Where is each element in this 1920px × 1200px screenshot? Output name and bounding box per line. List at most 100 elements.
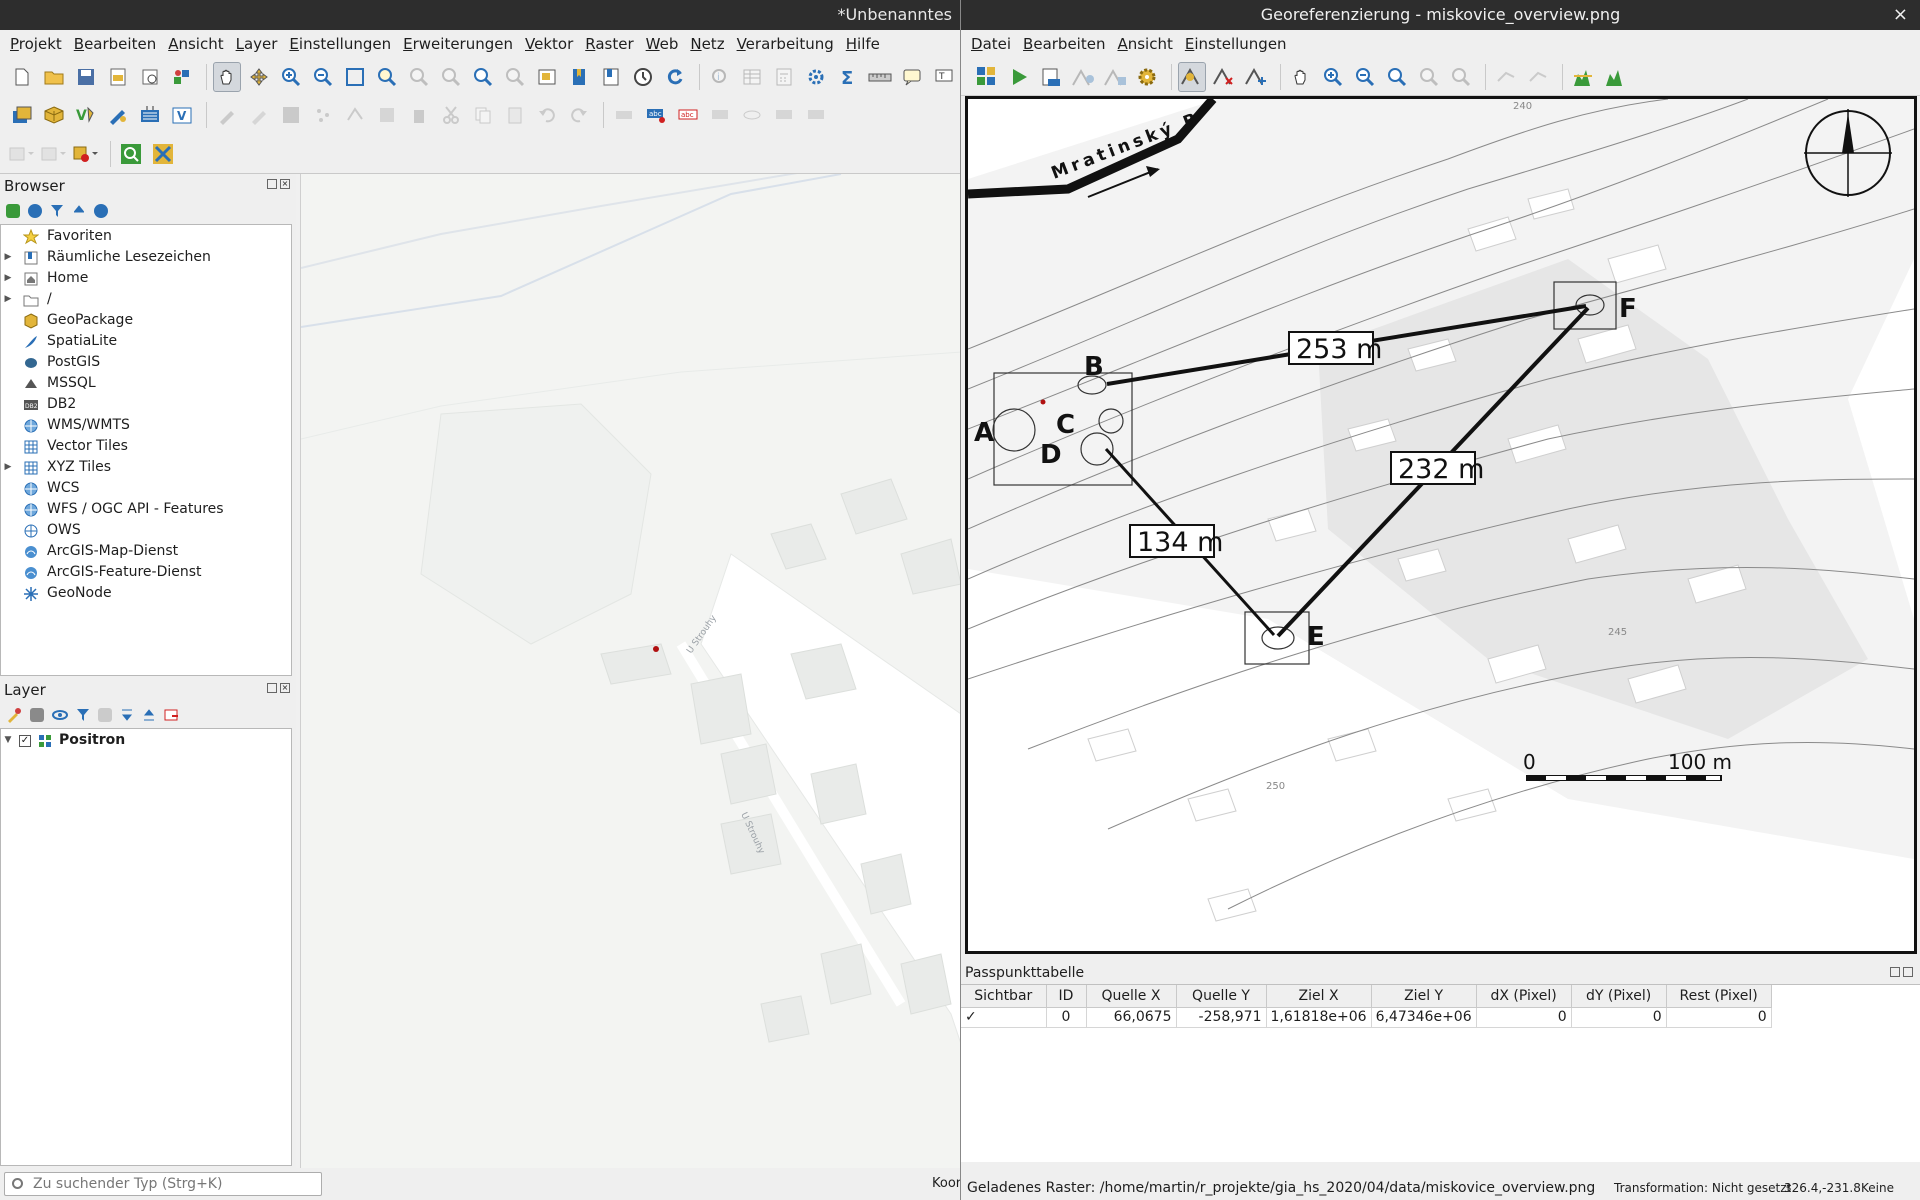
delete-selected-button[interactable] xyxy=(405,100,433,130)
browser-item[interactable]: PostGIS xyxy=(1,352,291,373)
zoom-out-button[interactable] xyxy=(309,62,337,92)
zoom-to-selection-button[interactable] xyxy=(373,62,401,92)
zoom-last-button[interactable] xyxy=(469,62,497,92)
select-by-value-button[interactable] xyxy=(40,139,68,169)
browser-item[interactable]: WFS / OGC API - Features xyxy=(1,499,291,520)
browser-item[interactable]: ArcGIS-Map-Dienst xyxy=(1,541,291,562)
new-map-view-button[interactable] xyxy=(533,62,561,92)
source-x[interactable]: 66,0675 xyxy=(1086,1007,1177,1028)
column-header[interactable]: Sichtbar xyxy=(961,985,1047,1008)
geo-pan-button[interactable] xyxy=(1287,62,1315,92)
zoom-native-button[interactable] xyxy=(437,62,465,92)
menu-web[interactable]: Web xyxy=(640,30,685,58)
refresh-icon[interactable] xyxy=(28,204,42,218)
text-annotation-button[interactable]: T xyxy=(930,62,958,92)
save-edits-button[interactable] xyxy=(277,100,305,130)
menu-verarbeitung[interactable]: Verarbeitung xyxy=(731,30,840,58)
filter-expression-icon[interactable] xyxy=(98,708,112,722)
new-geopackage-layer-button[interactable] xyxy=(40,100,68,130)
pin-labels-button[interactable] xyxy=(706,100,734,130)
expand-arrow-icon[interactable]: ▶ xyxy=(1,247,15,268)
float-panel-button[interactable] xyxy=(267,683,277,693)
manage-visibility-icon[interactable] xyxy=(52,707,68,723)
target-y[interactable]: 6,47346e+06 xyxy=(1371,1007,1477,1028)
pan-map-button[interactable] xyxy=(213,62,241,92)
geo-zoom-to-layer-button[interactable] xyxy=(1383,62,1411,92)
browser-item[interactable]: ArcGIS-Feature-Dienst xyxy=(1,562,291,583)
move-label-button[interactable] xyxy=(770,100,798,130)
float-panel-button[interactable] xyxy=(1890,967,1900,977)
geo-zoom-next-button[interactable] xyxy=(1447,62,1475,92)
browser-item[interactable]: WCS xyxy=(1,478,291,499)
menu-netz[interactable]: Netz xyxy=(684,30,730,58)
layout-manager-button[interactable] xyxy=(136,62,164,92)
field-calculator-button[interactable] xyxy=(770,62,798,92)
start-georeferencing-button[interactable] xyxy=(1005,62,1033,92)
browser-item[interactable]: ▶ Home xyxy=(1,268,291,289)
geo-zoom-in-button[interactable] xyxy=(1319,62,1347,92)
locator-search-input[interactable]: Zu suchender Typ (Strg+K) xyxy=(4,1172,322,1196)
float-panel-button[interactable] xyxy=(267,179,277,189)
show-unplaced-labels-button[interactable]: abc xyxy=(642,100,670,130)
browser-item[interactable]: ▶ XYZ Tiles xyxy=(1,457,291,478)
geo-menu-bearbeiten[interactable]: Bearbeiten xyxy=(1017,30,1111,58)
save-project-button[interactable] xyxy=(72,62,100,92)
column-header[interactable]: Ziel Y xyxy=(1371,985,1477,1008)
new-temporary-layer-button[interactable] xyxy=(136,100,164,130)
move-point-button[interactable] xyxy=(1242,62,1270,92)
column-header[interactable]: ID xyxy=(1046,985,1087,1008)
processing-toolbox-button[interactable] xyxy=(802,62,830,92)
browser-item[interactable]: Favoriten xyxy=(1,226,291,247)
browser-item[interactable]: DB2 DB2 xyxy=(1,394,291,415)
menu-einstellungen[interactable]: Einstellungen xyxy=(283,30,397,58)
zoom-to-layer-button[interactable] xyxy=(405,62,433,92)
browser-item[interactable]: ▶ / xyxy=(1,289,291,310)
georeferencer-plugin-button[interactable] xyxy=(149,139,177,169)
column-header[interactable]: dY (Pixel) xyxy=(1571,985,1667,1008)
current-edits-button[interactable] xyxy=(245,100,273,130)
redo-button[interactable] xyxy=(565,100,593,130)
geo-menu-ansicht[interactable]: Ansicht xyxy=(1111,30,1178,58)
layer-styling-icon[interactable] xyxy=(6,707,22,723)
new-project-button[interactable] xyxy=(8,62,36,92)
transformation-settings-button[interactable] xyxy=(1133,62,1161,92)
new-print-layout-button[interactable] xyxy=(104,62,132,92)
add-selected-layers-icon[interactable] xyxy=(6,204,20,218)
pan-to-selection-button[interactable] xyxy=(245,62,273,92)
browser-item[interactable]: WMS/WMTS xyxy=(1,415,291,436)
open-raster-button[interactable] xyxy=(973,62,1001,92)
save-gcp-points-button[interactable] xyxy=(1101,62,1129,92)
open-attribute-table-button[interactable] xyxy=(738,62,766,92)
zoom-in-button[interactable] xyxy=(277,62,305,92)
add-virtual-layer-button[interactable]: V xyxy=(168,100,196,130)
close-window-icon[interactable]: × xyxy=(1893,0,1908,30)
column-header[interactable]: Quelle Y xyxy=(1176,985,1267,1008)
browser-item[interactable]: SpatiaLite xyxy=(1,331,291,352)
expand-arrow-icon[interactable]: ▶ xyxy=(1,268,15,289)
close-panel-button[interactable] xyxy=(1903,967,1913,977)
temporal-controller-button[interactable] xyxy=(629,62,657,92)
generate-gdal-script-button[interactable] xyxy=(1037,62,1065,92)
close-panel-button[interactable]: × xyxy=(280,683,290,693)
column-header[interactable]: Ziel X xyxy=(1266,985,1372,1008)
close-panel-button[interactable]: × xyxy=(280,179,290,189)
menu-raster[interactable]: Raster xyxy=(579,30,639,58)
map-tips-button[interactable] xyxy=(898,62,926,92)
select-features-button[interactable] xyxy=(8,139,36,169)
toggle-editing-button[interactable] xyxy=(213,100,241,130)
menu-erweiterungen[interactable]: Erweiterungen xyxy=(397,30,519,58)
refresh-button[interactable] xyxy=(661,62,689,92)
style-manager-button[interactable] xyxy=(168,62,196,92)
open-project-button[interactable] xyxy=(40,62,68,92)
zoom-next-button[interactable] xyxy=(501,62,529,92)
browser-item[interactable]: GeoNode xyxy=(1,583,291,604)
menu-bearbeiten[interactable]: Bearbeiten xyxy=(68,30,162,58)
menu-hilfe[interactable]: Hilfe xyxy=(840,30,886,58)
crs-label[interactable]: Keine xyxy=(1861,1176,1894,1200)
qgis-search-plugin-button[interactable] xyxy=(117,139,145,169)
new-bookmark-button[interactable] xyxy=(565,62,593,92)
data-source-manager-button[interactable] xyxy=(8,100,36,130)
geo-zoom-last-button[interactable] xyxy=(1415,62,1443,92)
column-header[interactable]: Quelle X xyxy=(1086,985,1177,1008)
visible-checkbox[interactable]: ✓ xyxy=(961,1007,1047,1028)
